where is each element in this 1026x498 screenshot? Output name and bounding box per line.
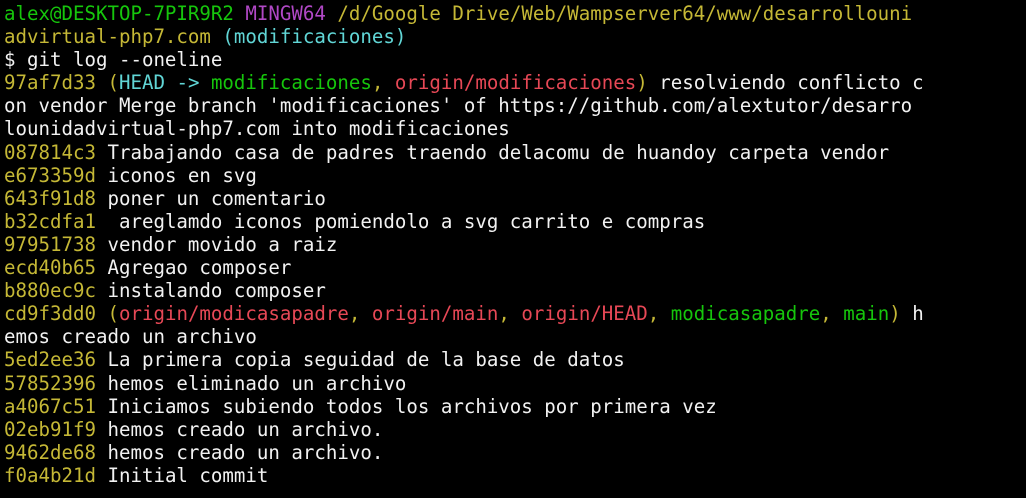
terminal-text-segment: 57852396 (4, 371, 96, 395)
terminal-line: f0a4b21d Initial commit (4, 464, 1026, 487)
terminal-text-segment: vendor movido a raiz (95, 232, 338, 256)
terminal-text-segment: origin/modificaciones (394, 71, 637, 95)
terminal-text-segment: origin/main (371, 302, 499, 326)
terminal-text-segment: MINGW64 (245, 2, 326, 25)
terminal-text-segment: ecd40b65 (4, 256, 96, 280)
terminal-line: b880ec9c instalando composer (4, 279, 1026, 302)
terminal-line: 02eb91f9 hemos creado un archivo. (4, 418, 1026, 441)
terminal-line: 9462de68 hemos creado un archivo. (4, 441, 1026, 464)
terminal-line: 57852396 hemos eliminado un archivo (4, 372, 1026, 395)
terminal-text-segment: 97951738 (4, 232, 96, 256)
terminal-line: emos creado un archivo (4, 325, 1026, 348)
terminal-line: on vendor Merge branch 'modificaciones' … (4, 94, 1026, 117)
terminal-line: advirtual-php7.com (modificaciones) (4, 25, 1026, 48)
terminal-line: lounidadvirtual-php7.com into modificaci… (4, 117, 1026, 140)
terminal-text-segment: Initial commit (95, 463, 269, 487)
terminal-text-segment: La primera copia seguidad de la base de … (95, 348, 625, 372)
terminal-text-segment: origin/HEAD (521, 302, 648, 326)
terminal-text-segment: 5ed2ee36 (4, 348, 96, 372)
terminal-text-segment: HEAD -> (118, 71, 211, 95)
terminal-text-segment: instalando composer (95, 279, 326, 303)
terminal-line: 97af7d33 (HEAD -> modificaciones, origin… (4, 71, 1026, 94)
terminal-line: 5ed2ee36 La primera copia seguidad de la… (4, 348, 1026, 371)
terminal-text-segment: $ git log --oneline (4, 48, 223, 72)
terminal-text-segment: emos creado un archivo (4, 325, 257, 349)
terminal-text-segment: (modificaciones) (222, 25, 407, 49)
terminal-text-segment: Trabajando casa de padres traendo delaco… (95, 140, 890, 164)
terminal-line: $ git log --oneline (4, 48, 1026, 71)
terminal-line: e673359d iconos en svg (4, 164, 1026, 187)
terminal-text-segment: 643f91d8 (4, 186, 96, 210)
terminal-text-segment: lounidadvirtual-php7.com into modificaci… (4, 117, 510, 141)
terminal-text-segment: hemos creado un archivo. (95, 417, 384, 441)
terminal-text-segment: cd9f3dd0 (4, 302, 96, 326)
terminal-text-segment: ( (107, 302, 119, 326)
terminal-text-segment: origin/modicasapadre (118, 302, 349, 326)
terminal-text-segment: areglamdo iconos pomiendolo a svg carrit… (95, 209, 706, 233)
terminal-line: a4067c51 Iniciamos subiendo todos los ar… (4, 395, 1026, 418)
terminal-text-segment: 97af7d33 (4, 71, 96, 95)
terminal-text-segment: hemos creado un archivo. (95, 440, 384, 464)
terminal-line: ecd40b65 Agregao composer (4, 256, 1026, 279)
terminal-line: 643f91d8 poner un comentario (4, 187, 1026, 210)
terminal-text-segment: 02eb91f9 (4, 417, 96, 441)
terminal-text-segment: alex@DESKTOP-7PIR9R2 (4, 2, 234, 25)
terminal-text-segment: main (843, 302, 890, 326)
terminal-text-segment: , (498, 302, 522, 326)
terminal-line: cd9f3dd0 (origin/modicasapadre, origin/m… (4, 302, 1026, 325)
terminal-text-segment: b880ec9c (4, 279, 96, 303)
terminal-text-segment: resolviendo conflicto c (647, 71, 924, 95)
terminal-text-segment: , (348, 302, 372, 326)
terminal-text-segment: , (820, 302, 844, 326)
terminal-window[interactable]: alex@DESKTOP-7PIR9R2 MINGW64 /d/Google D… (4, 2, 1026, 498)
terminal-line: 087814c3 Trabajando casa de padres traen… (4, 141, 1026, 164)
terminal-text-segment: e673359d (4, 163, 96, 187)
terminal-text-segment: /d/Google Drive/Web/Wampserver64/www/des… (337, 2, 913, 25)
terminal-line: 97951738 vendor movido a raiz (4, 233, 1026, 256)
terminal-text-segment: Iniciamos subiendo todos los archivos po… (95, 394, 717, 418)
terminal-text-segment: h (900, 302, 924, 326)
terminal-line: b32cdfa1 areglamdo iconos pomiendolo a s… (4, 210, 1026, 233)
terminal-text-segment: f0a4b21d (4, 463, 96, 487)
terminal-text-segment: ) (889, 302, 901, 326)
terminal-text-segment: modicasapadre (670, 302, 821, 326)
terminal-text-segment: , (647, 302, 671, 326)
terminal-text-segment: iconos en svg (95, 163, 257, 187)
terminal-text-segment: on vendor Merge branch 'modificaciones' … (4, 94, 913, 118)
terminal-text-segment: a4067c51 (4, 394, 96, 418)
terminal-text-segment: ( (107, 71, 119, 95)
terminal-text-segment: modificaciones (210, 71, 372, 95)
terminal-text-segment: 9462de68 (4, 440, 96, 464)
terminal-text-segment: ) (636, 71, 648, 95)
terminal-text-segment: , (371, 71, 395, 95)
terminal-line: alex@DESKTOP-7PIR9R2 MINGW64 /d/Google D… (4, 2, 1026, 25)
terminal-text-segment: Agregao composer (95, 256, 292, 280)
terminal-text-segment: 087814c3 (4, 140, 96, 164)
terminal-text-segment: advirtual-php7.com (4, 25, 211, 49)
terminal-text-segment: b32cdfa1 (4, 209, 96, 233)
terminal-text-segment: hemos eliminado un archivo (95, 371, 407, 395)
terminal-text-segment: poner un comentario (95, 186, 326, 210)
